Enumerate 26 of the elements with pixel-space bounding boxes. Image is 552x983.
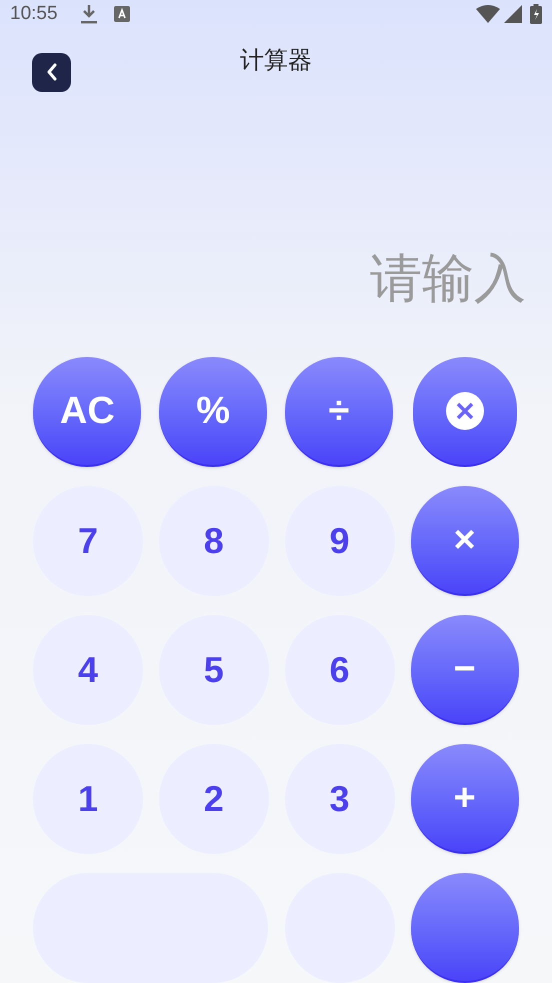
- operator-key[interactable]: %: [159, 357, 268, 467]
- digit-key[interactable]: 5: [158, 615, 269, 725]
- expression-field[interactable]: 请输入: [226, 240, 526, 318]
- digit-key[interactable]: 4: [33, 615, 143, 725]
- signal-icon: [504, 5, 522, 24]
- battery-icon: [530, 4, 542, 24]
- download-icon: [80, 4, 98, 24]
- digit-key[interactable]: 1: [33, 744, 143, 854]
- digit-key[interactable]: 7: [33, 486, 143, 596]
- clear-icon: [444, 391, 485, 431]
- wifi-icon: [476, 5, 500, 24]
- chevron-left-icon: [44, 63, 58, 81]
- digit-key[interactable]: 2: [158, 744, 269, 854]
- operator-key[interactable]: +: [410, 744, 519, 854]
- operator-key[interactable]: AC: [33, 357, 142, 467]
- digit-key[interactable]: 6: [284, 615, 394, 725]
- operator-key[interactable]: ×: [410, 486, 519, 596]
- back-button[interactable]: [32, 52, 71, 92]
- digit-key[interactable]: 8: [158, 486, 269, 596]
- digit-key[interactable]: 9: [284, 486, 394, 596]
- keyboard-icon: [114, 6, 130, 22]
- operator-key[interactable]: ÷: [284, 357, 393, 467]
- page-title: 计算器: [240, 46, 312, 76]
- digit-key[interactable]: 3: [284, 744, 394, 854]
- operator-key[interactable]: −: [410, 615, 519, 725]
- status-time: 10:55: [10, 2, 58, 26]
